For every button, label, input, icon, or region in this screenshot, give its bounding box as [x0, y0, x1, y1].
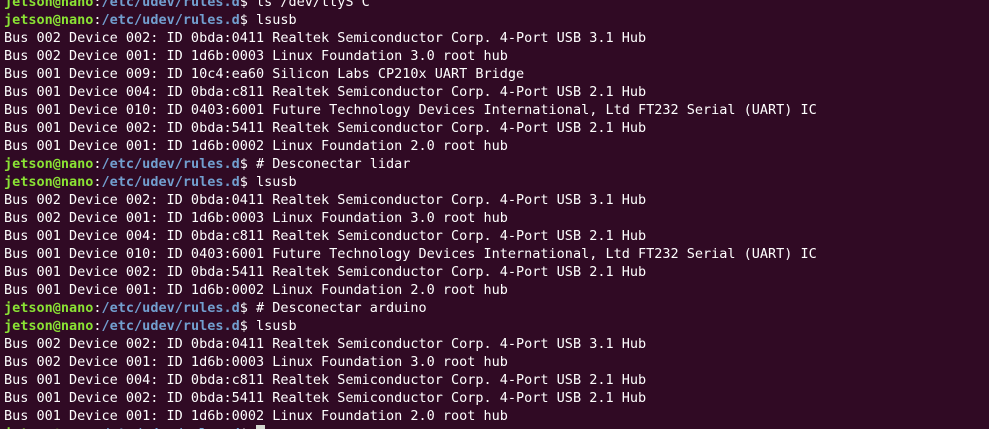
- output-line: Bus 001 Device 010: ID 0403:6001 Future …: [0, 245, 989, 263]
- output-text: Bus 001 Device 004: ID 0bda:c811 Realtek…: [4, 228, 647, 244]
- output-text: Bus 001 Device 001: ID 1d6b:0002 Linux F…: [4, 282, 508, 298]
- prompt-path: /etc/udev/rules.d: [101, 0, 240, 10]
- output-text: Bus 001 Device 001: ID 1d6b:0002 Linux F…: [4, 138, 508, 154]
- prompt-user: jetson@nano: [4, 174, 94, 190]
- output-line: Bus 001 Device 001: ID 1d6b:0002 Linux F…: [0, 407, 989, 425]
- output-text: Bus 002 Device 001: ID 1d6b:0003 Linux F…: [4, 354, 508, 370]
- output-text: Bus 001 Device 002: ID 0bda:5411 Realtek…: [4, 390, 647, 406]
- prompt-separator: :: [93, 318, 102, 334]
- prompt-user: jetson@nano: [4, 0, 94, 10]
- prompt-separator: :: [93, 156, 102, 172]
- terminal-output[interactable]: jetson@nano:/etc/udev/rules.d$ ls /dev/t…: [0, 0, 989, 429]
- command-text: lsusb: [247, 12, 297, 28]
- output-line: Bus 002 Device 002: ID 0bda:0411 Realtek…: [0, 29, 989, 47]
- output-line: Bus 001 Device 001: ID 1d6b:0002 Linux F…: [0, 281, 989, 299]
- prompt-symbol: $: [239, 12, 248, 28]
- prompt-path: /etc/udev/rules.d: [101, 12, 240, 28]
- output-text: Bus 001 Device 004: ID 0bda:c811 Realtek…: [4, 372, 647, 388]
- prompt-line: jetson@nano:/etc/udev/rules.d$: [0, 425, 989, 429]
- command-text: lsusb: [247, 174, 297, 190]
- output-text: Bus 001 Device 004: ID 0bda:c811 Realtek…: [4, 84, 647, 100]
- prompt-symbol: $: [239, 0, 248, 10]
- text-cursor[interactable]: [256, 425, 265, 429]
- prompt-symbol: $: [239, 318, 248, 334]
- output-text: Bus 002 Device 001: ID 1d6b:0003 Linux F…: [4, 48, 508, 64]
- prompt-separator: :: [93, 0, 102, 10]
- command-text: # Desconectar lidar: [247, 156, 411, 172]
- command-text: # Desconectar arduino: [247, 300, 427, 316]
- output-text: Bus 001 Device 002: ID 0bda:5411 Realtek…: [4, 264, 647, 280]
- output-line: Bus 002 Device 001: ID 1d6b:0003 Linux F…: [0, 47, 989, 65]
- prompt-separator: :: [93, 12, 102, 28]
- output-text: Bus 002 Device 002: ID 0bda:0411 Realtek…: [4, 192, 647, 208]
- prompt-user: jetson@nano: [4, 156, 94, 172]
- output-line: Bus 001 Device 002: ID 0bda:5411 Realtek…: [0, 263, 989, 281]
- output-line: Bus 001 Device 001: ID 1d6b:0002 Linux F…: [0, 137, 989, 155]
- output-text: Bus 001 Device 002: ID 0bda:5411 Realtek…: [4, 120, 647, 136]
- prompt-symbol: $: [239, 300, 248, 316]
- prompt-line: jetson@nano:/etc/udev/rules.d$ # Descone…: [0, 299, 989, 317]
- prompt-separator: :: [93, 300, 102, 316]
- prompt-path: /etc/udev/rules.d: [101, 156, 240, 172]
- prompt-separator: :: [93, 174, 102, 190]
- prompt-symbol: $: [239, 174, 248, 190]
- prompt-line: jetson@nano:/etc/udev/rules.d$ lsusb: [0, 11, 989, 29]
- output-line: Bus 001 Device 004: ID 0bda:c811 Realtek…: [0, 227, 989, 245]
- output-text: Bus 001 Device 010: ID 0403:6001 Future …: [4, 246, 817, 262]
- command-text: lsusb: [247, 318, 297, 334]
- prompt-line: jetson@nano:/etc/udev/rules.d$ lsusb: [0, 317, 989, 335]
- prompt-user: jetson@nano: [4, 300, 94, 316]
- prompt-path: /etc/udev/rules.d: [101, 174, 240, 190]
- prompt-symbol: $: [239, 156, 248, 172]
- output-line: Bus 002 Device 001: ID 1d6b:0003 Linux F…: [0, 209, 989, 227]
- prompt-user: jetson@nano: [4, 12, 94, 28]
- prompt-line: jetson@nano:/etc/udev/rules.d$ # Descone…: [0, 155, 989, 173]
- prompt-line: jetson@nano:/etc/udev/rules.d$ lsusb: [0, 173, 989, 191]
- output-line: Bus 001 Device 004: ID 0bda:c811 Realtek…: [0, 83, 989, 101]
- command-text: ls /dev/ttyS C: [247, 0, 370, 10]
- output-line: Bus 001 Device 004: ID 0bda:c811 Realtek…: [0, 371, 989, 389]
- output-line: Bus 002 Device 002: ID 0bda:0411 Realtek…: [0, 335, 989, 353]
- output-line: Bus 001 Device 002: ID 0bda:5411 Realtek…: [0, 119, 989, 137]
- output-text: Bus 001 Device 009: ID 10c4:ea60 Silicon…: [4, 66, 525, 82]
- prompt-line: jetson@nano:/etc/udev/rules.d$ ls /dev/t…: [0, 0, 989, 11]
- output-text: Bus 002 Device 002: ID 0bda:0411 Realtek…: [4, 336, 647, 352]
- prompt-path: /etc/udev/rules.d: [101, 300, 240, 316]
- output-line: Bus 002 Device 002: ID 0bda:0411 Realtek…: [0, 191, 989, 209]
- output-text: Bus 002 Device 002: ID 0bda:0411 Realtek…: [4, 30, 647, 46]
- output-line: Bus 001 Device 002: ID 0bda:5411 Realtek…: [0, 389, 989, 407]
- output-line: Bus 001 Device 010: ID 0403:6001 Future …: [0, 101, 989, 119]
- output-text: Bus 001 Device 001: ID 1d6b:0002 Linux F…: [4, 408, 508, 424]
- output-line: Bus 002 Device 001: ID 1d6b:0003 Linux F…: [0, 353, 989, 371]
- output-text: Bus 002 Device 001: ID 1d6b:0003 Linux F…: [4, 210, 508, 226]
- output-text: Bus 001 Device 010: ID 0403:6001 Future …: [4, 102, 817, 118]
- prompt-user: jetson@nano: [4, 318, 94, 334]
- output-line: Bus 001 Device 009: ID 10c4:ea60 Silicon…: [0, 65, 989, 83]
- prompt-path: /etc/udev/rules.d: [101, 318, 240, 334]
